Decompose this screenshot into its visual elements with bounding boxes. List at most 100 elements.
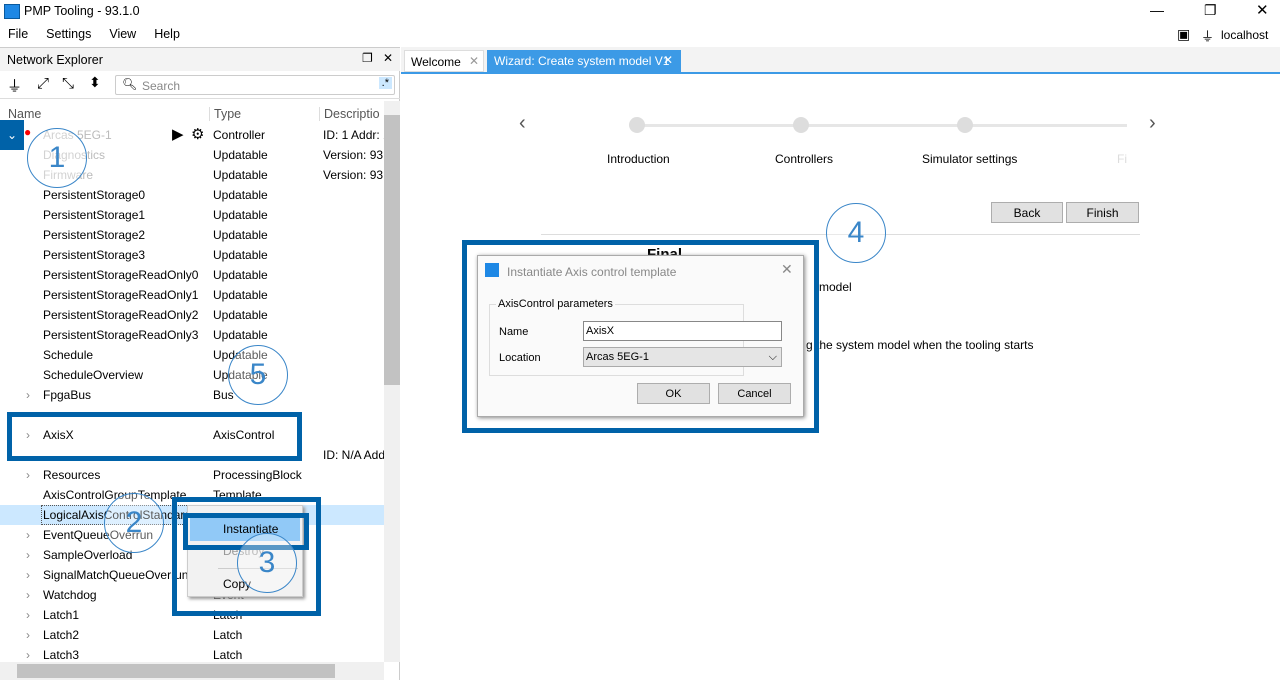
search-icon: 🔍︎ [122, 77, 138, 91]
monitor-icon[interactable]: ▣ [1177, 26, 1190, 43]
column-type[interactable]: Type [209, 107, 241, 121]
chevron-right-icon[interactable]: › [26, 385, 30, 405]
tree-row[interactable]: › Latch2 Latch [0, 625, 384, 645]
tree-row[interactable]: › FpgaBus Bus [0, 385, 384, 405]
tab-label: Wizard: Create system model V1 [494, 54, 670, 68]
annotation-step-5: 5 [228, 345, 288, 405]
row-name: SignalMatchQueueOverrun [43, 568, 189, 582]
chevron-right-icon[interactable]: › [26, 625, 30, 645]
tree-row[interactable]: PersistentStorage2 Updatable [0, 225, 384, 245]
row-name: FpgaBus [43, 388, 92, 402]
plug-icon: ⏚ [1201, 29, 1215, 44]
chevron-right-icon[interactable]: › [26, 465, 30, 485]
row-type: Updatable [213, 228, 268, 242]
menu-file[interactable]: File [8, 24, 28, 44]
row-description: ID: N/A Addr [323, 448, 384, 462]
column-name[interactable]: Name [8, 107, 41, 121]
next-step-icon[interactable]: › [1149, 112, 1156, 135]
controller-status-icon: ● [24, 125, 32, 139]
tab-wizard[interactable]: Wizard: Create system model V1 ✕ [487, 50, 681, 72]
chevron-right-icon[interactable]: › [26, 585, 30, 605]
play-icon[interactable]: ▶ [172, 125, 184, 145]
tree-row[interactable]: Schedule Updatable [0, 345, 384, 365]
column-description[interactable]: Description [319, 107, 380, 121]
chevron-right-icon[interactable]: › [26, 605, 30, 625]
window-title: PMP Tooling - 93.1.0 [24, 4, 140, 18]
wizard-text-1: model [819, 280, 852, 294]
annotation-step-4: 4 [826, 203, 886, 263]
annotation-box-expand: ⌄ [0, 120, 24, 150]
tree-row[interactable]: ScheduleOverview Updatable [0, 365, 384, 385]
search-placeholder: Search [142, 79, 181, 93]
step-dot [629, 117, 645, 133]
finish-button[interactable]: Finish [1066, 202, 1139, 223]
row-name: ScheduleOverview [43, 368, 144, 382]
tree-row[interactable]: PersistentStorageReadOnly1 Updatable [0, 285, 384, 305]
row-name: PersistentStorage1 [43, 208, 146, 222]
row-description: ID: 1 Addr: 1 [323, 128, 384, 142]
row-name: PersistentStorage3 [43, 248, 146, 262]
row-name: Watchdog [43, 588, 97, 602]
maximize-icon[interactable]: ❐ [1204, 2, 1217, 19]
vertical-scrollbar[interactable] [384, 101, 400, 662]
annotation-box-axisx [7, 412, 302, 461]
step-controllers[interactable]: Controllers [775, 152, 833, 166]
chevron-right-icon[interactable]: › [26, 565, 30, 585]
horizontal-scrollbar[interactable] [0, 662, 384, 680]
minimize-icon[interactable]: — [1150, 2, 1164, 18]
expand-all-icon[interactable]: ⤢ [37, 75, 49, 92]
step-final[interactable]: Final [1117, 152, 1127, 166]
chevron-right-icon[interactable]: › [26, 545, 30, 565]
row-type: Updatable [213, 208, 268, 222]
back-button[interactable]: Back [991, 202, 1063, 223]
chevron-right-icon[interactable]: › [26, 525, 30, 545]
sort-icon[interactable]: ⬍ [89, 74, 101, 91]
row-type: Updatable [213, 268, 268, 282]
step-simulator[interactable]: Simulator settings [922, 152, 1017, 166]
row-type: Updatable [213, 168, 268, 182]
tree-row[interactable]: PersistentStorageReadOnly3 Updatable [0, 325, 384, 345]
tree-row[interactable]: › Resources ProcessingBlock [0, 465, 384, 485]
row-type: Updatable [213, 308, 268, 322]
collapse-all-icon[interactable]: ⤡ [62, 75, 74, 92]
prev-step-icon[interactable]: ‹ [519, 112, 526, 135]
row-type: ProcessingBlock [213, 468, 302, 482]
regex-toggle[interactable]: .* [378, 77, 392, 89]
tree-row[interactable]: PersistentStorage0 Updatable [0, 185, 384, 205]
row-type: Updatable [213, 248, 268, 262]
gear-icon[interactable]: ⚙ [191, 125, 204, 145]
row-name: PersistentStorageReadOnly3 [43, 328, 199, 342]
tree-row[interactable]: PersistentStorageReadOnly0 Updatable [0, 265, 384, 285]
close-tab-icon[interactable]: ✕ [663, 53, 673, 67]
close-panel-icon[interactable]: ✕ [383, 51, 393, 65]
menu-bar: File Settings View Help ▣ ⏚ localhost [0, 24, 1280, 46]
tree-row[interactable]: PersistentStorageReadOnly2 Updatable [0, 305, 384, 325]
float-icon[interactable]: ❐ [362, 51, 373, 65]
row-name: PersistentStorageReadOnly0 [43, 268, 199, 282]
row-type: Controller [213, 128, 266, 142]
row-description: Version: 93. [323, 148, 384, 162]
row-name: PersistentStorageReadOnly2 [43, 308, 199, 322]
row-description: Version: 93. [323, 168, 384, 182]
tree-row[interactable]: PersistentStorage1 Updatable [0, 205, 384, 225]
tree-row[interactable]: PersistentStorage3 Updatable [0, 245, 384, 265]
search-input[interactable]: 🔍︎ Search .* [115, 75, 395, 95]
annotation-step-1: 1 [27, 128, 87, 188]
step-dot [957, 117, 973, 133]
row-type: Updatable [213, 188, 268, 202]
menu-help[interactable]: Help [154, 24, 180, 44]
close-icon[interactable]: ✕ [1256, 1, 1269, 19]
row-name: Latch2 [43, 628, 80, 642]
menu-view[interactable]: View [109, 24, 136, 44]
panel-title: Network Explorer [7, 53, 103, 67]
tab-welcome[interactable]: Welcome ✕ [404, 50, 484, 72]
row-name: PersistentStorageReadOnly1 [43, 288, 199, 302]
row-name: PersistentStorage0 [43, 188, 146, 202]
close-tab-icon[interactable]: ✕ [469, 54, 479, 68]
menu-settings[interactable]: Settings [46, 24, 91, 44]
tab-label: Welcome [411, 55, 461, 69]
step-introduction[interactable]: Introduction [607, 152, 670, 166]
wizard-text-2: g the system model when the tooling star… [806, 338, 1034, 352]
connect-icon[interactable]: ⏚ [7, 75, 22, 96]
row-type: Updatable [213, 288, 268, 302]
